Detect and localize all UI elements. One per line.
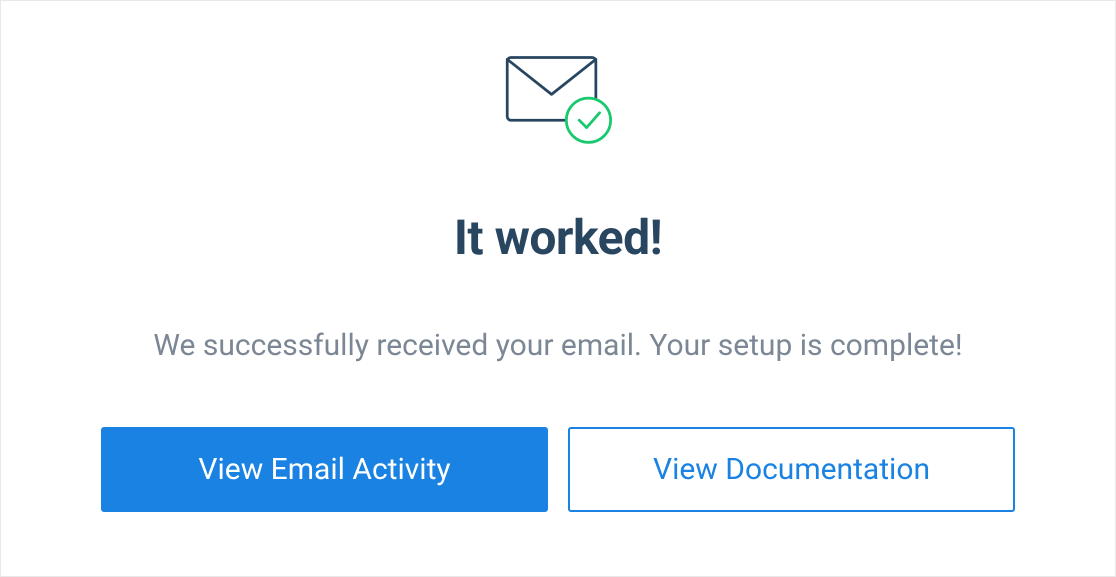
view-email-activity-button[interactable]: View Email Activity <box>101 427 548 512</box>
button-label: View Documentation <box>653 452 930 487</box>
confirmation-subtext: We successfully received your email. You… <box>153 326 962 367</box>
button-row: View Email Activity View Documentation <box>101 427 1015 512</box>
email-success-icon <box>498 49 618 149</box>
confirmation-heading: It worked! <box>454 209 662 266</box>
confirmation-panel: It worked! We successfully received your… <box>0 0 1116 577</box>
view-documentation-button[interactable]: View Documentation <box>568 427 1015 512</box>
button-label: View Email Activity <box>198 452 450 487</box>
